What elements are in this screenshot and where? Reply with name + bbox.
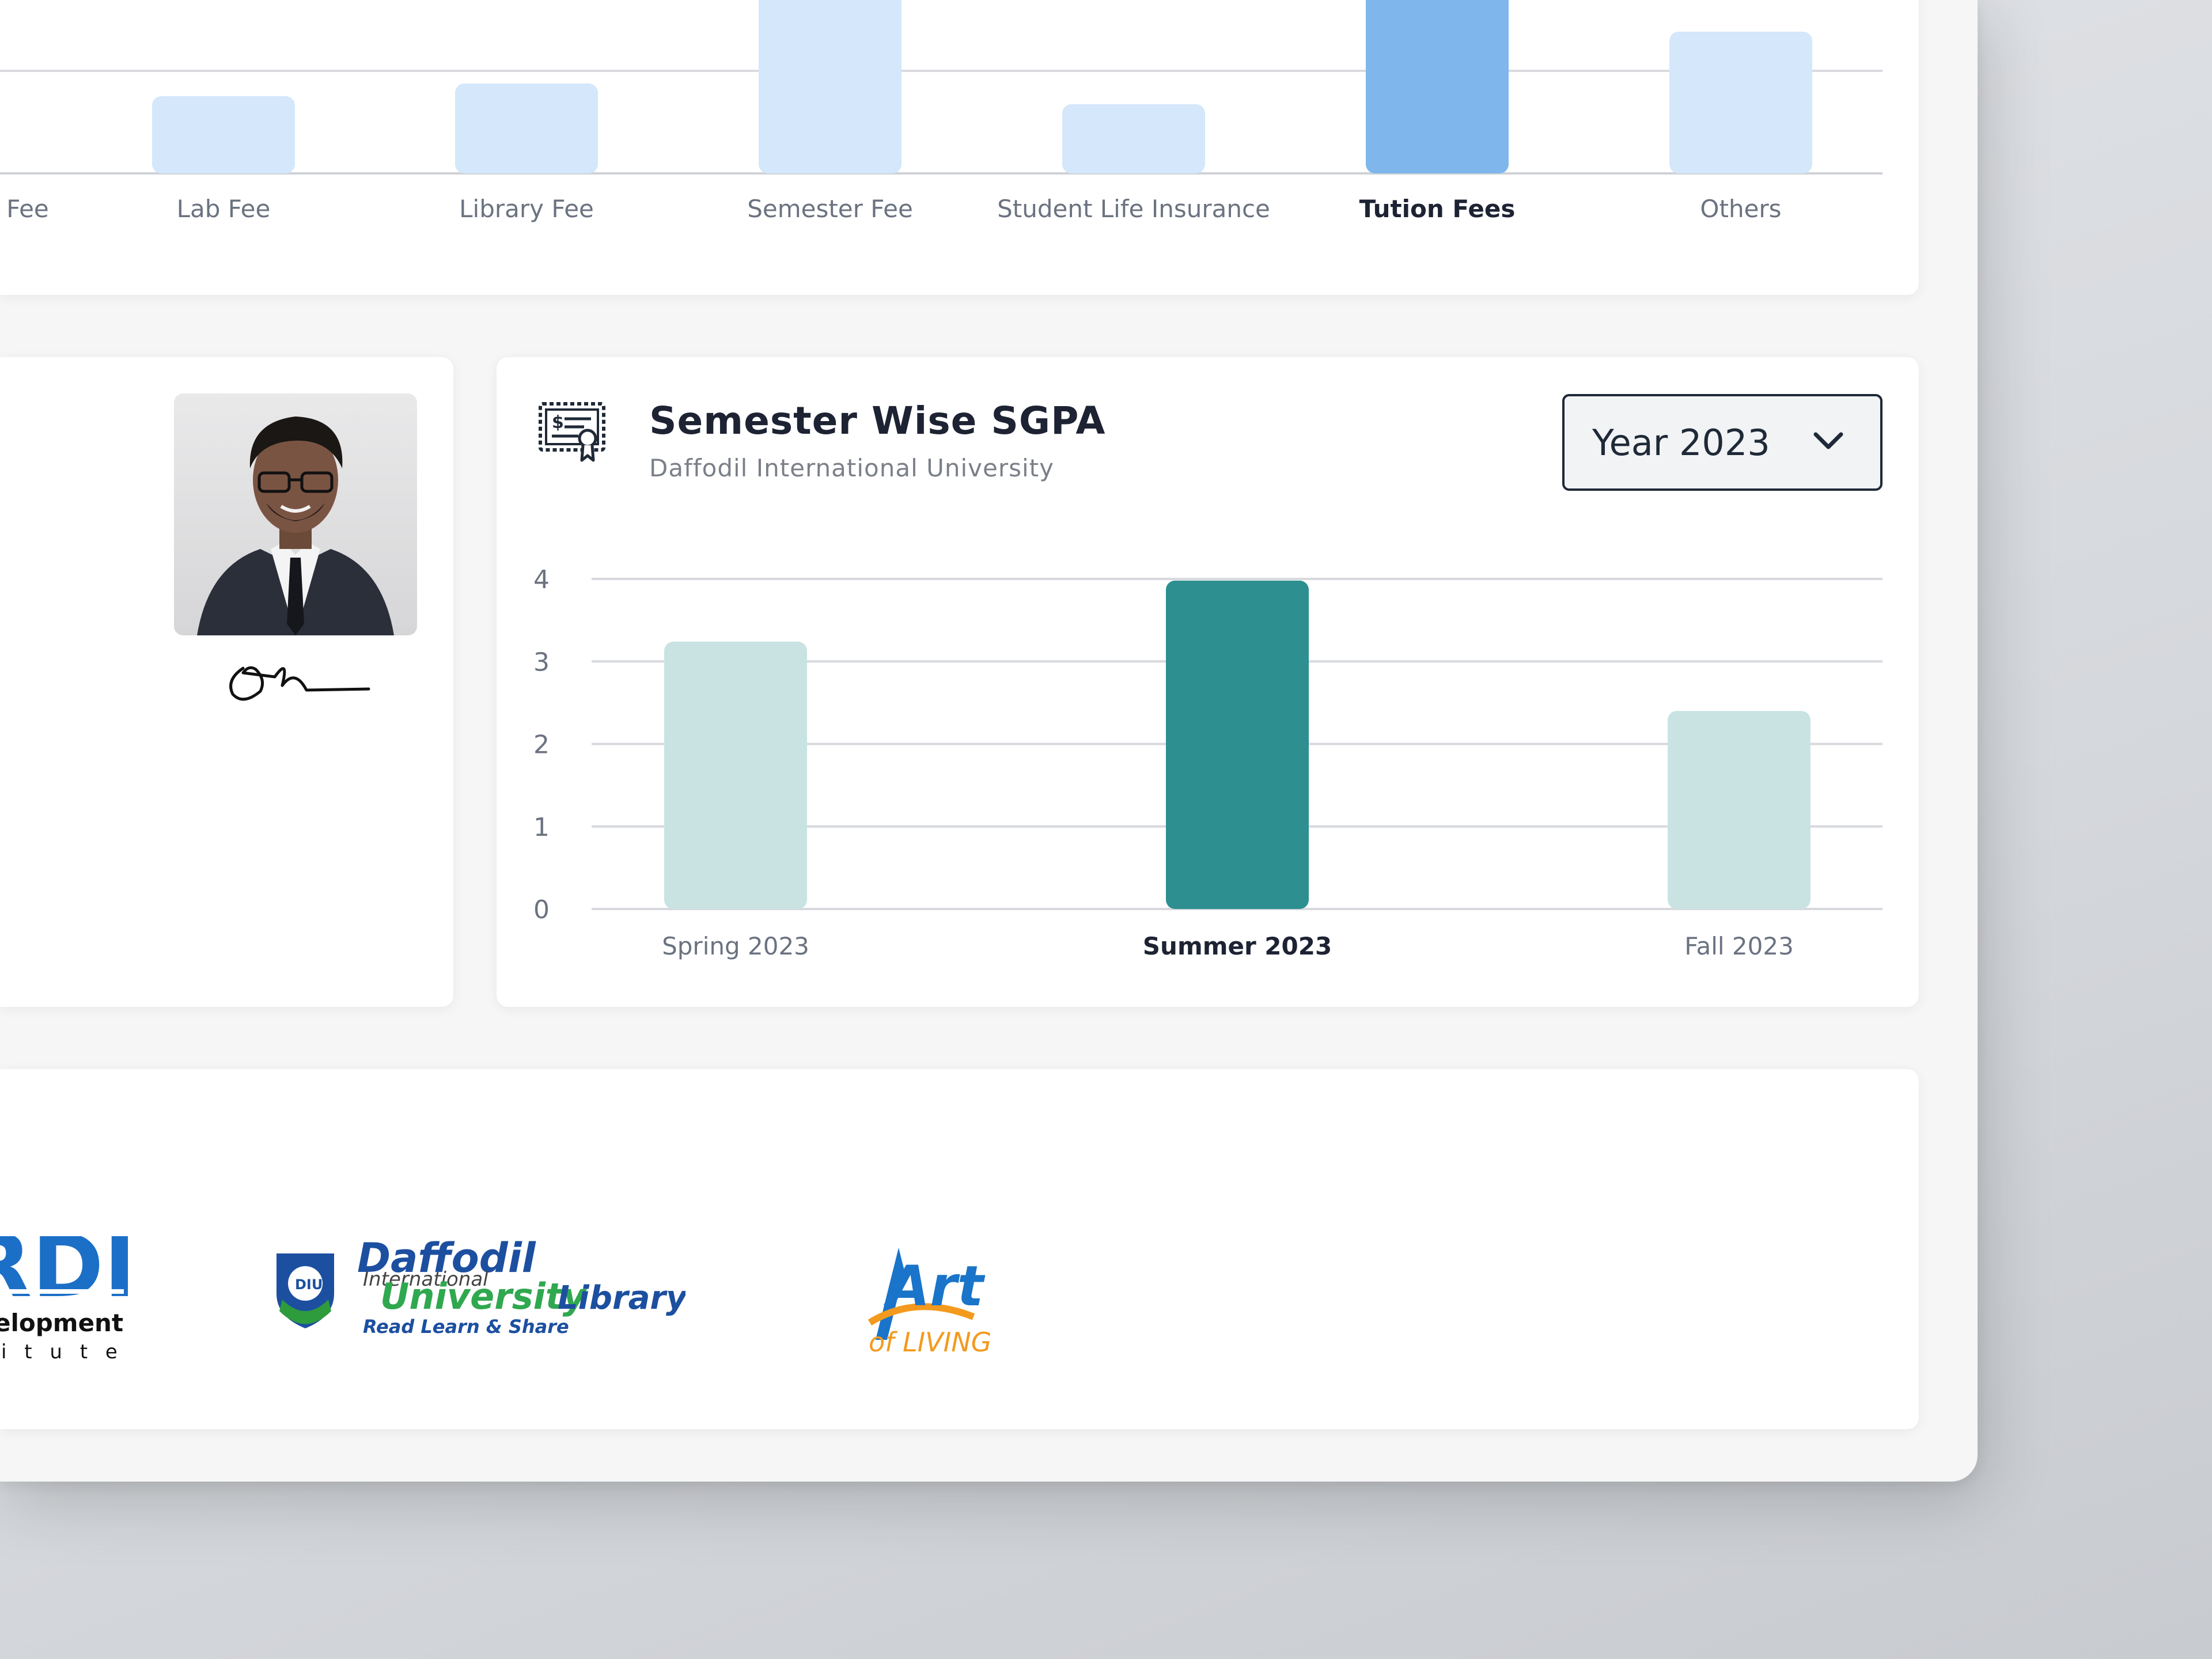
sgpa-chart: 0 1 2 3 4 Spring 2023 Summer 2023 Fall 2023 [533, 565, 1883, 960]
rdi-logo-subtext: elopment [0, 1309, 123, 1337]
student-photo [174, 393, 417, 635]
fee-bar[interactable] [455, 84, 598, 173]
sgpa-bar[interactable] [1668, 711, 1810, 909]
profile-card [0, 357, 453, 1007]
sgpa-bar[interactable] [664, 641, 807, 909]
fee-category-label: Student Life Insurance [997, 195, 1270, 223]
svg-text:DIU: DIU [295, 1277, 323, 1293]
fee-category-label: Tution Fees [1359, 195, 1516, 223]
avatar [197, 416, 394, 635]
rdi-logo-text: RDI [0, 1236, 132, 1317]
fee-bar[interactable] [1366, 0, 1509, 173]
fee-chart: Fee Lab Fee Library Fee Semester Fee Student… [0, 0, 1883, 223]
diu-logo-university: University [380, 1275, 588, 1317]
sgpa-bar[interactable] [1166, 580, 1309, 909]
app-window: Fee Lab Fee Library Fee Semester Fee Student… [0, 0, 1978, 1482]
sgpa-category-label: Spring 2023 [662, 932, 809, 960]
sgpa-card: $ Semester Wise SGPA Daffodil Internatio… [497, 357, 1919, 1007]
fee-chart-card: Fee Lab Fee Library Fee Semester Fee Student… [0, 0, 1919, 295]
partners-card: RDI elopment i t u t e DIU Daffodil Inte… [0, 1069, 1919, 1429]
fee-bar[interactable] [759, 0, 902, 173]
signature-image [229, 666, 370, 701]
sgpa-ytick-label: 2 [533, 730, 550, 760]
rdi-logo-subtext-2: i t u t e [1, 1340, 123, 1363]
art-logo-text: Art [883, 1254, 986, 1319]
diu-logo-library: Library [558, 1279, 685, 1317]
fee-category-label: Library Fee [459, 195, 594, 223]
fee-category-label: Others [1700, 195, 1781, 223]
art-logo-subtext: of LIVING [869, 1327, 991, 1358]
fee-category-label: Semester Fee [747, 195, 913, 223]
sgpa-category-label: Fall 2023 [1684, 932, 1794, 960]
fee-bar[interactable] [1062, 104, 1205, 173]
fee-category-label: Lab Fee [177, 195, 271, 223]
rdi-logo: RDI elopment i t u t e [0, 1236, 132, 1363]
sgpa-ytick-label: 4 [533, 565, 550, 594]
fee-category-label: Fee [6, 195, 49, 223]
art-of-living-logo: Art of LIVING [868, 1248, 991, 1358]
sgpa-ytick-label: 3 [533, 647, 550, 677]
fee-bar[interactable] [152, 96, 295, 173]
diu-logo-tagline: Read Learn & Share [363, 1316, 569, 1338]
diu-library-logo: DIU Daffodil International University Li… [276, 1236, 685, 1338]
sgpa-ytick-label: 1 [533, 813, 550, 842]
fee-bar[interactable] [1669, 32, 1812, 173]
sgpa-ytick-label: 0 [533, 895, 550, 925]
sgpa-category-label: Summer 2023 [1143, 932, 1332, 960]
